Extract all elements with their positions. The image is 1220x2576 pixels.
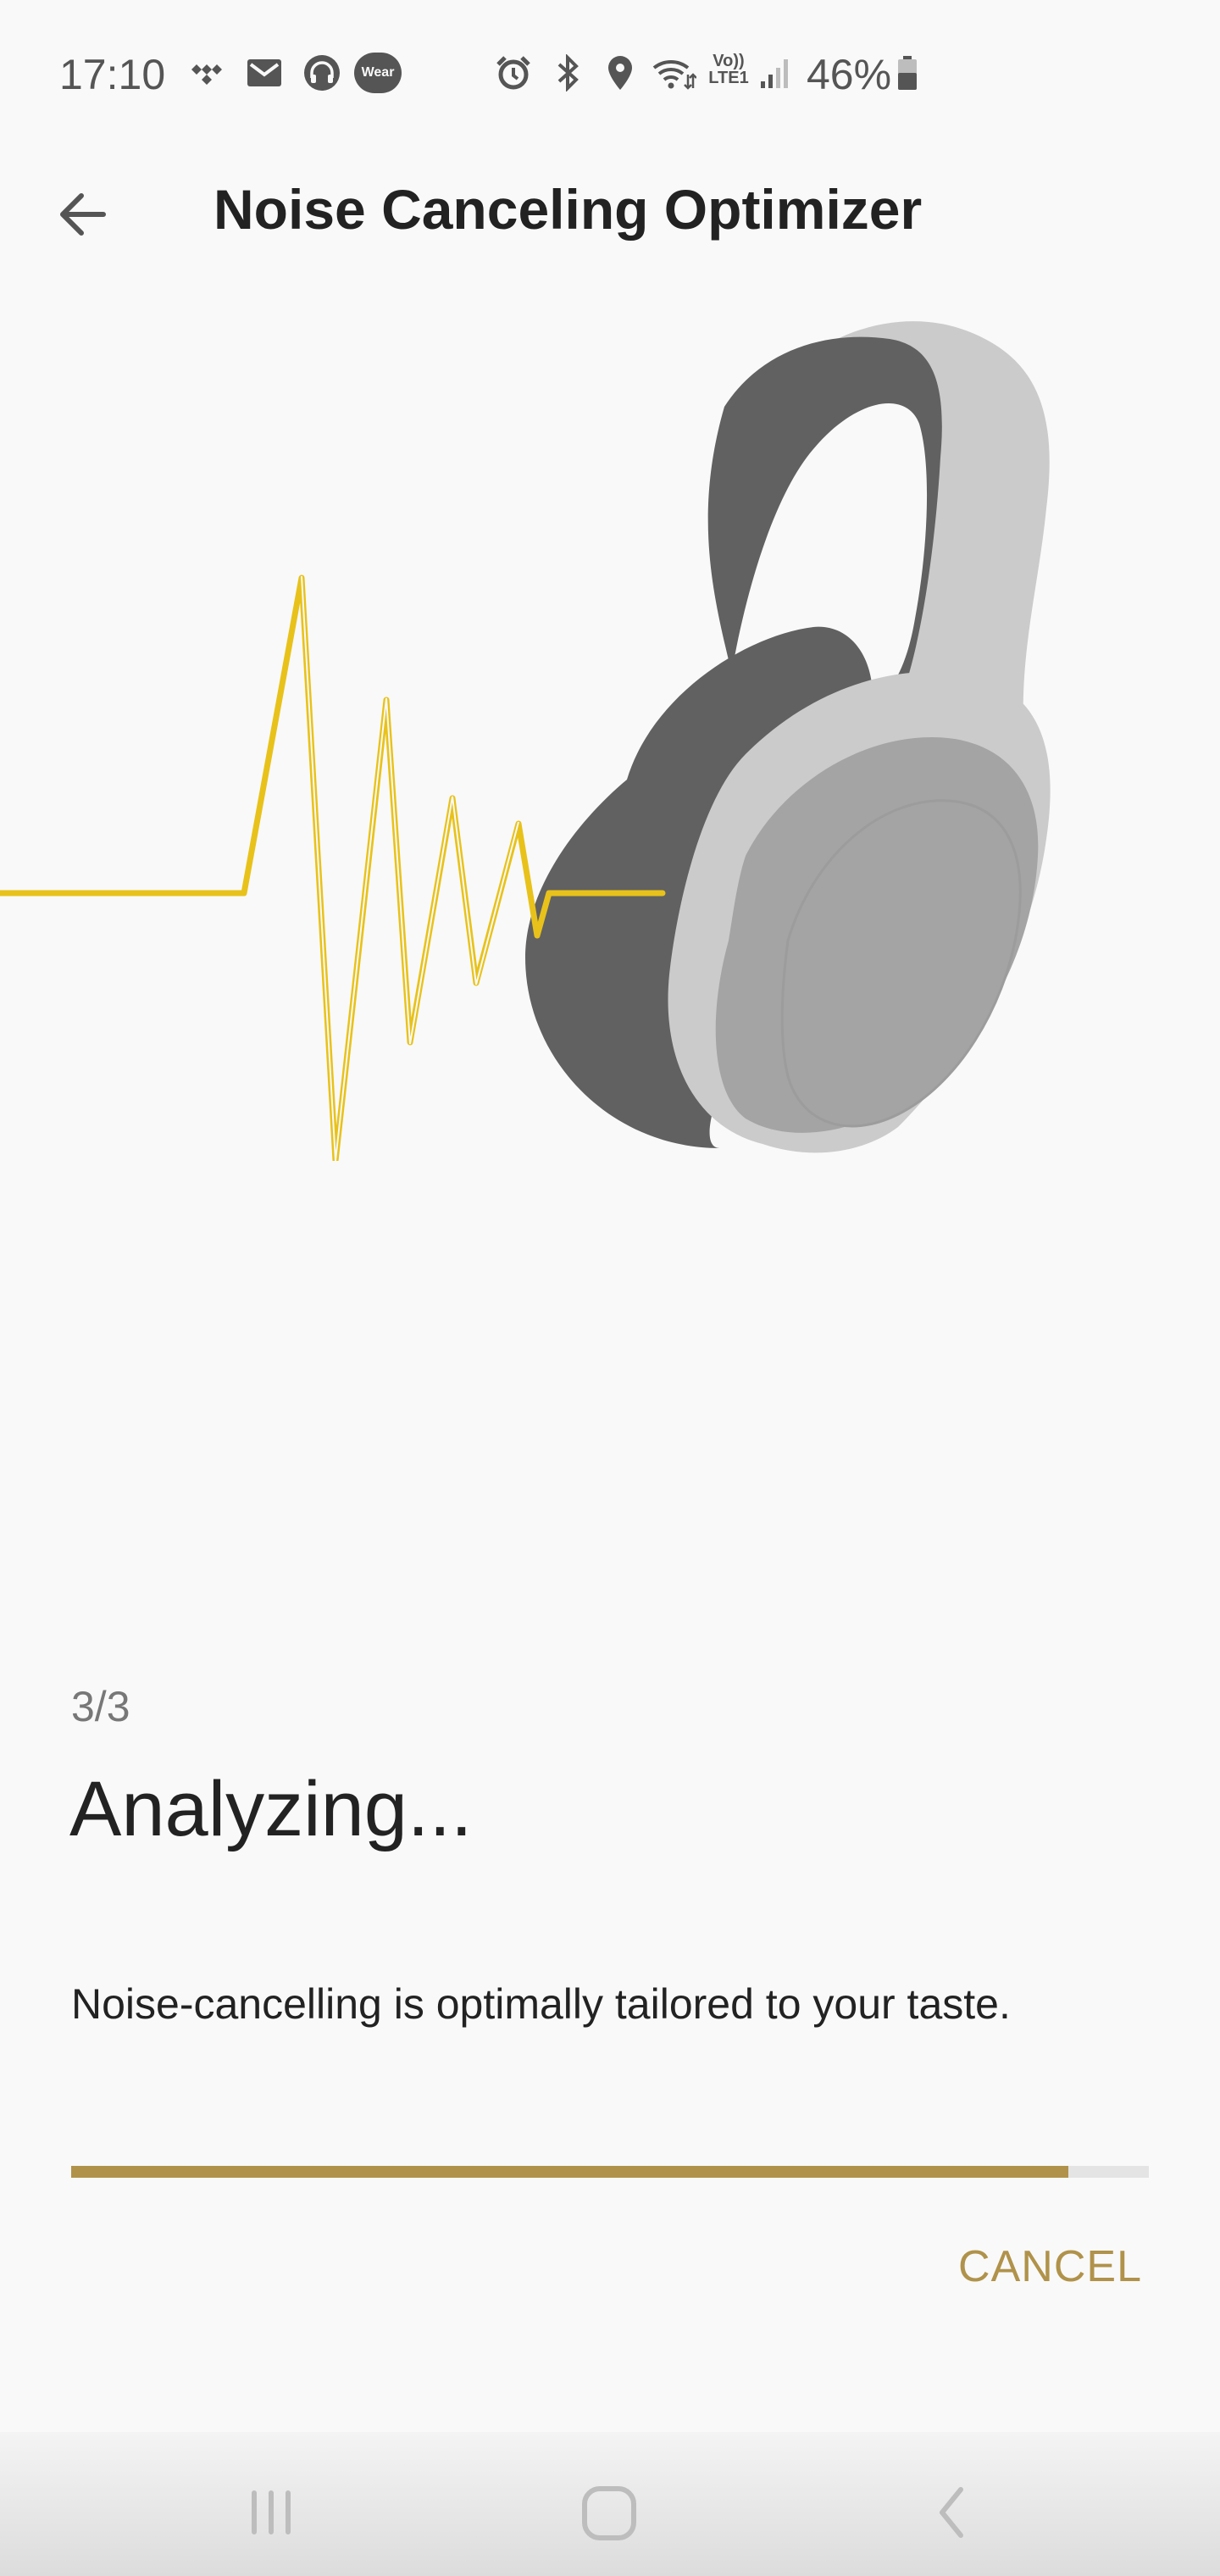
app-bar: Noise Canceling Optimizer [0,153,1220,263]
description-text: Noise-cancelling is optimally tailored t… [71,1980,1011,2028]
headphones-illustration [0,321,1051,1161]
wifi-icon [652,59,696,90]
navigation-bar [0,2432,1220,2576]
back-button[interactable] [42,174,124,255]
battery-icon [898,56,917,90]
location-icon [608,56,632,90]
volte-label: Vo)) LTE1 [708,52,749,87]
status-bar: 17:10 Wear Vo)) LTE1 46% [0,0,1220,153]
home-icon [582,2486,636,2540]
step-counter: 3/3 [71,1683,130,1730]
signal-icon [761,59,788,88]
status-time: 17:10 [59,51,166,98]
alarm-icon [496,56,530,90]
mail-icon [247,59,281,86]
bluetooth-icon [557,54,579,92]
headphones-app-icon [304,55,340,91]
cancel-button[interactable]: CANCEL [958,2237,1142,2296]
analyzing-heading: Analyzing... [69,1766,473,1852]
wear-label: Wear [361,65,395,80]
volte-icon: Vo)) LTE1 [705,53,752,90]
progress-fill [71,2166,1068,2178]
battery-percent: 46% [807,51,892,98]
home-button[interactable] [563,2466,657,2559]
back-icon [940,2487,963,2538]
page-title: Noise Canceling Optimizer [214,178,923,241]
progress-bar [71,2166,1149,2178]
tidal-icon [191,64,222,85]
wear-icon: Wear [354,53,402,93]
arrow-left-icon [60,193,106,236]
recent-apps-icon [252,2490,291,2534]
recent-apps-button[interactable] [225,2466,318,2559]
nav-back-button[interactable] [907,2466,1000,2559]
